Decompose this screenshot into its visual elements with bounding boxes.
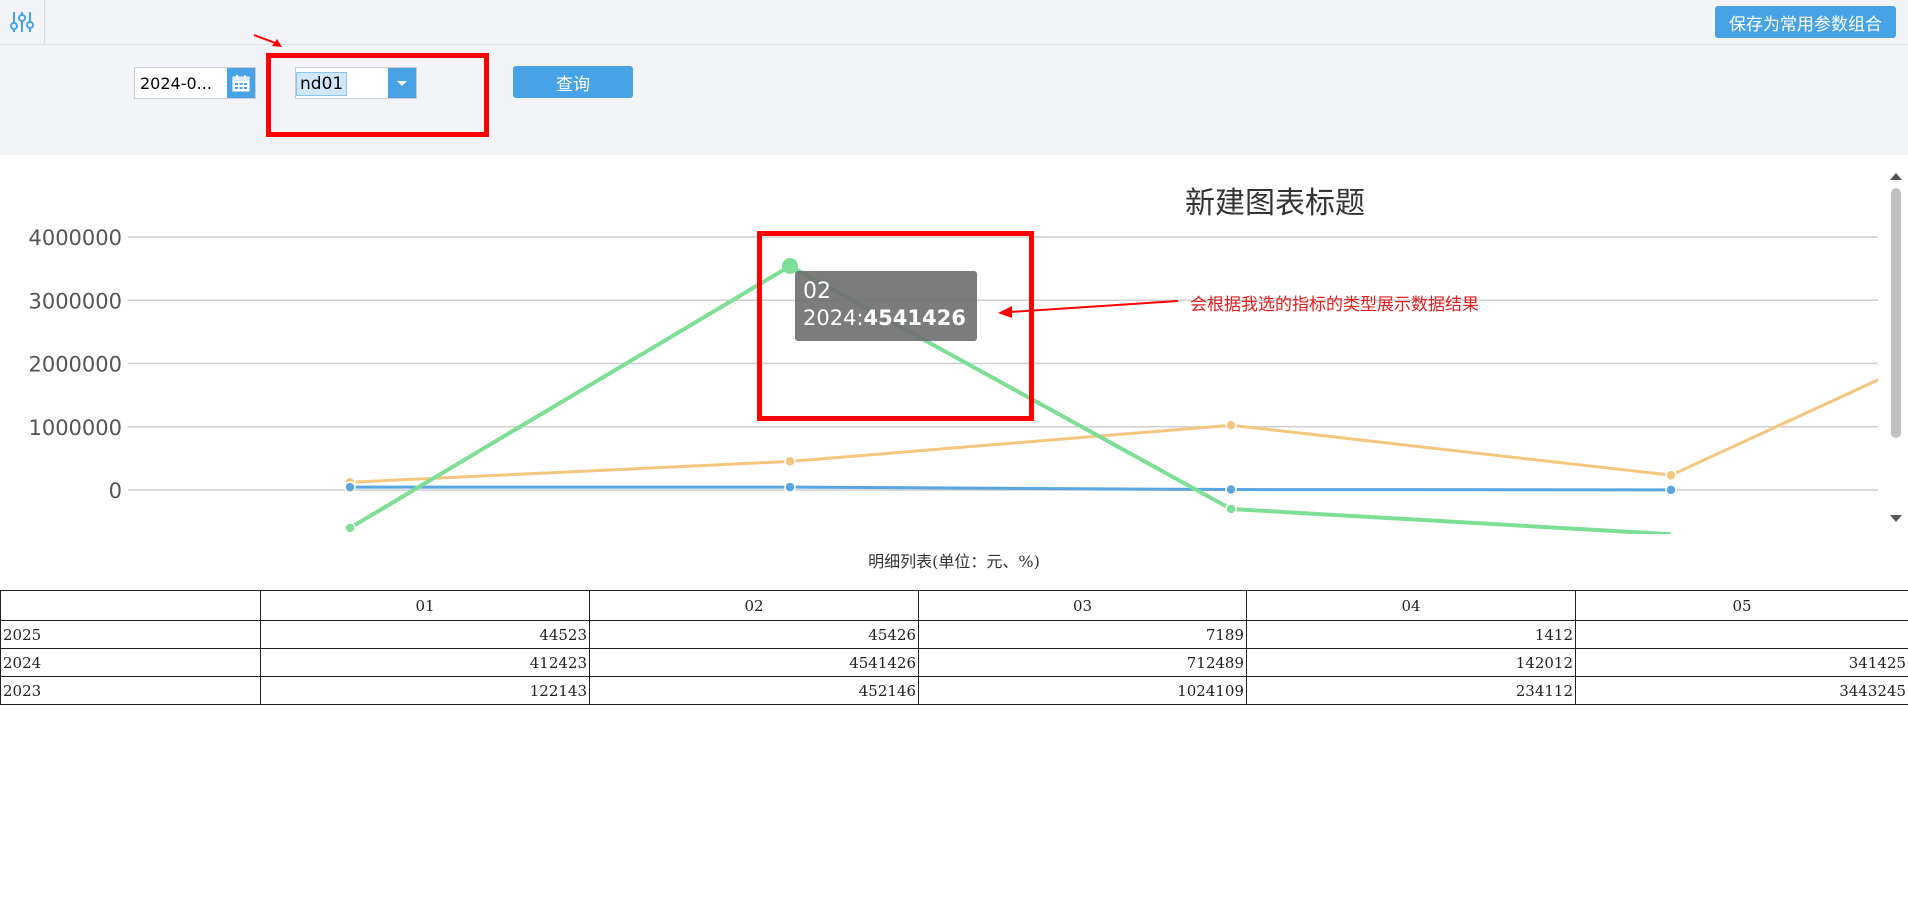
y-tick-label: 0: [109, 479, 122, 503]
date-input[interactable]: [135, 68, 232, 98]
y-tick-label: 3000000: [28, 289, 122, 313]
tooltip-series: 2024: [803, 306, 857, 330]
annotation-text: 会根据我选的指标的类型展示数据结果: [1190, 295, 1479, 315]
table-header-cell: 04: [1246, 590, 1576, 621]
chart-tooltip: 02 2024:4541426: [795, 271, 977, 341]
table-header-cell: 01: [260, 590, 590, 621]
indicator-select[interactable]: nd01: [295, 67, 417, 99]
data-point-2025-04[interactable]: [1665, 484, 1677, 496]
data-point-2023-04[interactable]: [1665, 469, 1677, 481]
data-point-2025-03[interactable]: [1225, 483, 1237, 496]
data-point-2025-02[interactable]: [784, 481, 796, 493]
scroll-up-icon: [1890, 173, 1902, 180]
table-cell: 2025: [0, 620, 261, 649]
chart-panel: 新建图表标题 4000000 3000000 2000000 1000000 0 02 …: [0, 156, 1908, 536]
y-tick-label: 1000000: [28, 416, 122, 440]
table-cell: 1412: [1246, 620, 1576, 649]
y-tick-label: 2000000: [28, 353, 122, 377]
table-cell: 452146: [589, 676, 919, 705]
parameter-panel-toggle[interactable]: [0, 0, 45, 44]
table-row: 2023 122143 452146 1024109 234112 344324…: [0, 676, 1908, 705]
table-cell: 3443245: [1575, 676, 1908, 705]
table-header-cell: 05: [1575, 590, 1908, 621]
data-point-2023-03[interactable]: [1225, 419, 1237, 431]
table-cell: 712489: [918, 648, 1247, 677]
detail-table: 01 02 03 04 05 2025 44523 45426 7189 141…: [0, 590, 1908, 705]
scroll-thumb: [1891, 188, 1901, 438]
line-chart: 4000000 3000000 2000000 1000000 0: [28, 226, 1878, 534]
table-header-cell: [0, 590, 261, 621]
table-row: 2024 412423 4541426 712489 142012 341425: [0, 648, 1908, 677]
calendar-button[interactable]: [227, 68, 255, 98]
query-button[interactable]: 查询: [513, 66, 633, 98]
y-tick-label: 4000000: [28, 226, 122, 250]
table-header-row: 01 02 03 04 05: [0, 590, 1908, 621]
tooltip-value-line: 2024:4541426: [803, 306, 966, 330]
table-cell: 1024109: [918, 676, 1247, 705]
save-param-combo-button[interactable]: 保存为常用参数组合: [1715, 6, 1896, 38]
table-header-cell: 02: [589, 590, 919, 621]
tooltip-category: 02: [803, 279, 831, 304]
table-caption: 明细列表(单位：元、%): [868, 552, 1040, 571]
data-point-2023-02[interactable]: [784, 455, 796, 468]
date-picker[interactable]: [134, 67, 256, 99]
indicator-value: nd01: [296, 72, 348, 96]
calendar-icon: [232, 75, 250, 92]
table-cell: 4541426: [589, 648, 919, 677]
table-cell: 142012: [1246, 648, 1576, 677]
table-cell: [1575, 620, 1908, 649]
table-cell: 234112: [1246, 676, 1576, 705]
table-cell: 341425: [1575, 648, 1908, 677]
table-cell: 45426: [589, 620, 919, 649]
table-cell: 2023: [0, 676, 261, 705]
chevron-down-icon: [397, 81, 407, 86]
table-cell: 2024: [0, 648, 261, 677]
top-toolbar: 保存为常用参数组合: [0, 0, 1908, 45]
data-point-2025-01[interactable]: [344, 481, 356, 493]
table-cell: 7189: [918, 620, 1247, 649]
chart-scrollbar[interactable]: [1884, 170, 1908, 525]
table-header-cell: 03: [918, 590, 1247, 621]
data-point-2024-01[interactable]: [344, 522, 356, 534]
table-cell: 122143: [260, 676, 590, 705]
annotation-arrow-icon: [253, 34, 282, 47]
table-row: 2025 44523 45426 7189 1412: [0, 620, 1908, 649]
annotation-arrow-to-tooltip-icon: [998, 300, 1179, 318]
parameter-panel: nd01 查询: [0, 45, 1908, 200]
scroll-down-icon: [1890, 515, 1902, 522]
table-cell: 412423: [260, 648, 590, 677]
indicator-dropdown-button[interactable]: [388, 68, 416, 98]
tooltip-value: 4541426: [863, 306, 966, 330]
table-cell: 44523: [260, 620, 590, 649]
data-point-2024-03[interactable]: [1225, 503, 1237, 515]
sliders-icon: [10, 12, 34, 32]
